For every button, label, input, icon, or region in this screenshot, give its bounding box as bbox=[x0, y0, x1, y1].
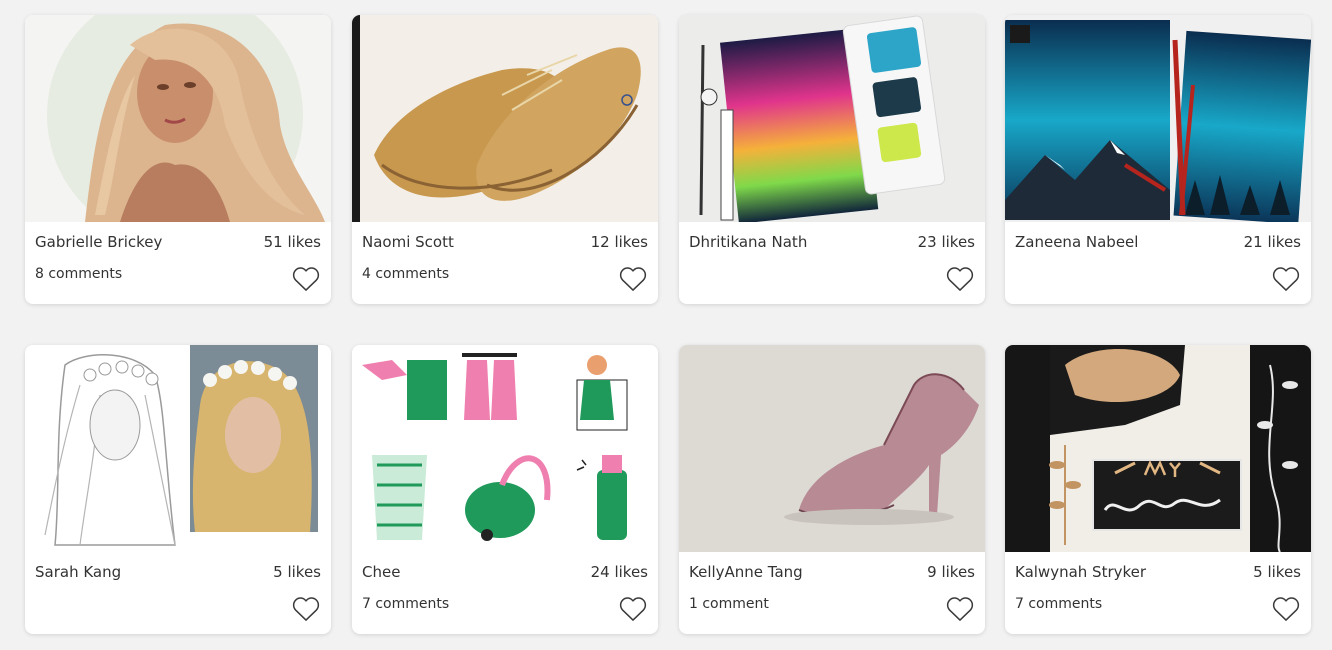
project-card[interactable]: Zaneena Nabeel 21 likes bbox=[1005, 15, 1311, 304]
comments-count: 8 comments bbox=[35, 266, 123, 282]
project-thumbnail[interactable] bbox=[352, 345, 658, 552]
likes-count: 5 likes bbox=[1253, 563, 1301, 581]
author-name[interactable]: Sarah Kang bbox=[35, 563, 121, 581]
likes-count: 5 likes bbox=[273, 563, 321, 581]
likes-count: 21 likes bbox=[1243, 233, 1301, 251]
author-name[interactable]: Naomi Scott bbox=[362, 233, 454, 251]
comments-count: 7 comments bbox=[1015, 596, 1103, 612]
comments-count: 1 comment bbox=[689, 596, 769, 612]
author-name[interactable]: Zaneena Nabeel bbox=[1015, 233, 1138, 251]
author-name[interactable]: Gabrielle Brickey bbox=[35, 233, 162, 251]
project-thumbnail[interactable] bbox=[679, 15, 985, 222]
project-card[interactable]: Gabrielle Brickey 51 likes 8 comments bbox=[25, 15, 331, 304]
project-thumbnail[interactable] bbox=[1005, 345, 1311, 552]
author-name[interactable]: Dhritikana Nath bbox=[689, 233, 807, 251]
author-name[interactable]: Kalwynah Stryker bbox=[1015, 563, 1146, 581]
likes-count: 23 likes bbox=[917, 233, 975, 251]
project-thumbnail[interactable] bbox=[25, 345, 331, 552]
heart-icon[interactable] bbox=[1272, 266, 1300, 292]
project-thumbnail[interactable] bbox=[352, 15, 658, 222]
project-thumbnail[interactable] bbox=[1005, 15, 1311, 222]
project-card[interactable]: Dhritikana Nath 23 likes bbox=[679, 15, 985, 304]
heart-icon[interactable] bbox=[946, 596, 974, 622]
comments-count: 7 comments bbox=[362, 596, 450, 612]
project-card[interactable]: Sarah Kang 5 likes bbox=[25, 345, 331, 634]
heart-icon[interactable] bbox=[1272, 596, 1300, 622]
comments-count: 4 comments bbox=[362, 266, 450, 282]
project-card[interactable]: Chee 24 likes 7 comments bbox=[352, 345, 658, 634]
project-grid: Gabrielle Brickey 51 likes 8 comments Na… bbox=[0, 0, 1332, 650]
likes-count: 9 likes bbox=[927, 563, 975, 581]
heart-icon[interactable] bbox=[292, 596, 320, 622]
project-card[interactable]: KellyAnne Tang 9 likes 1 comment bbox=[679, 345, 985, 634]
heart-icon[interactable] bbox=[619, 266, 647, 292]
author-name[interactable]: KellyAnne Tang bbox=[689, 563, 803, 581]
likes-count: 51 likes bbox=[263, 233, 321, 251]
likes-count: 12 likes bbox=[590, 233, 648, 251]
heart-icon[interactable] bbox=[619, 596, 647, 622]
project-card[interactable]: Naomi Scott 12 likes 4 comments bbox=[352, 15, 658, 304]
project-thumbnail[interactable] bbox=[25, 15, 331, 222]
heart-icon[interactable] bbox=[292, 266, 320, 292]
likes-count: 24 likes bbox=[590, 563, 648, 581]
project-card[interactable]: Kalwynah Stryker 5 likes 7 comments bbox=[1005, 345, 1311, 634]
author-name[interactable]: Chee bbox=[362, 563, 400, 581]
heart-icon[interactable] bbox=[946, 266, 974, 292]
project-thumbnail[interactable] bbox=[679, 345, 985, 552]
